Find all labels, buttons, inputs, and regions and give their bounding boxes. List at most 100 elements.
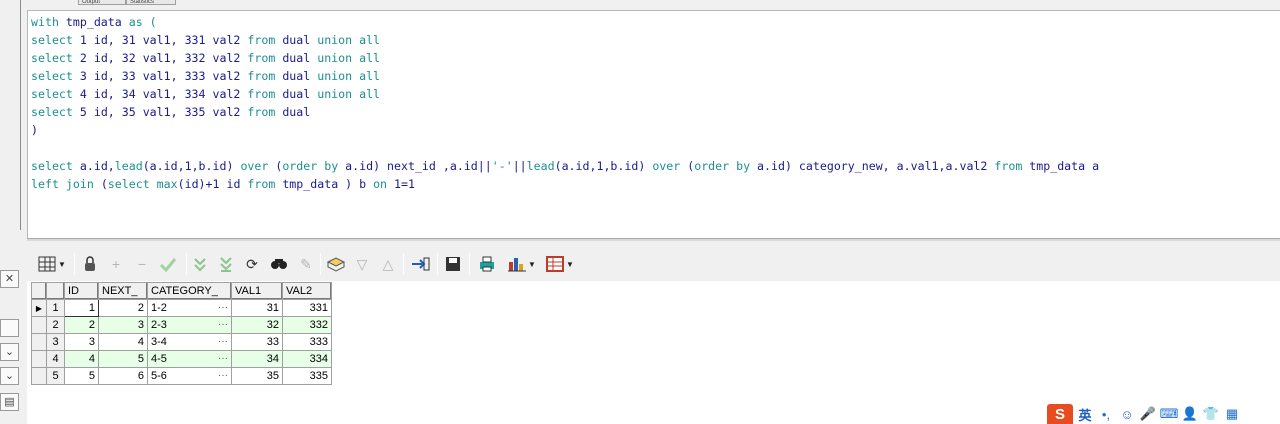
code-line[interactable]: select 5 id, 35 val1, 335 val2 from dual — [31, 103, 1099, 121]
tab-output[interactable]: Output — [78, 0, 126, 5]
table-row[interactable]: ▶ 1 1 2 1-2 ··· 31 331 — [31, 299, 332, 317]
ime-lang-toggle[interactable]: 英 — [1076, 405, 1094, 423]
table-row[interactable]: 4 4 5 4-5 ··· 34 334 — [31, 350, 332, 368]
document-icon[interactable]: ▤ — [0, 393, 19, 411]
tab-statistics[interactable]: Statistics — [126, 0, 176, 5]
code-line[interactable]: select a.id,lead(a.id,1,b.id) over (orde… — [31, 157, 1099, 175]
ellipsis-button[interactable]: ··· — [218, 302, 228, 313]
row-number[interactable]: 3 — [46, 333, 65, 351]
cell-category[interactable]: 1-2 ··· — [147, 299, 232, 317]
delete-row-icon[interactable]: − — [133, 254, 151, 274]
user-icon[interactable]: 👤 — [1181, 405, 1199, 423]
post-changes-icon[interactable] — [157, 254, 179, 274]
sql-code[interactable]: with tmp_data as (select 1 id, 31 val1, … — [31, 13, 1099, 193]
column-header-val1[interactable]: VAL1 — [231, 282, 283, 300]
export-icon[interactable] — [409, 254, 431, 274]
add-row-icon[interactable]: + — [107, 254, 125, 274]
chevron-down-icon[interactable]: ⌄ — [0, 343, 19, 361]
cell-id[interactable]: 2 — [64, 316, 99, 334]
filter-up-icon[interactable]: △ — [379, 254, 397, 274]
ellipsis-button[interactable]: ··· — [218, 370, 228, 381]
cell-next-id[interactable]: 5 — [98, 350, 148, 368]
clear-icon[interactable]: ✎ — [297, 254, 315, 274]
cell-val2[interactable]: 334 — [282, 350, 332, 368]
cell-category[interactable]: 2-3 ··· — [147, 316, 232, 334]
sql-text: (a.id,1,b.id) — [142, 159, 241, 173]
code-line[interactable] — [31, 139, 1099, 157]
chevron-down-icon[interactable]: ⌄ — [0, 367, 19, 385]
code-line[interactable]: select 2 id, 32 val1, 332 val2 from dual… — [31, 49, 1099, 67]
fetch-next-icon[interactable] — [191, 254, 209, 274]
cell-id[interactable]: 4 — [64, 350, 99, 368]
cell-id[interactable]: 3 — [64, 333, 99, 351]
ellipsis-button[interactable]: ··· — [218, 319, 228, 330]
cell-val2[interactable]: 335 — [282, 367, 332, 385]
query-by-example-icon[interactable] — [325, 254, 347, 274]
skin-icon[interactable]: 👕 — [1202, 405, 1220, 423]
cell-val2[interactable]: 331 — [282, 299, 332, 317]
row-number[interactable]: 1 — [46, 299, 65, 317]
ellipsis-button[interactable]: ··· — [218, 336, 228, 347]
code-line[interactable]: select 4 id, 34 val1, 334 val2 from dual… — [31, 85, 1099, 103]
column-header-id[interactable]: ID — [64, 282, 99, 300]
save-icon[interactable] — [443, 254, 463, 274]
cell-next-id[interactable]: 6 — [98, 367, 148, 385]
cell-next-id[interactable]: 4 — [98, 333, 148, 351]
cell-val1[interactable]: 33 — [231, 333, 283, 351]
filter-down-icon[interactable]: ▽ — [353, 254, 371, 274]
row-number[interactable]: 2 — [46, 316, 65, 334]
row-indicator[interactable]: ▶ — [31, 299, 47, 317]
close-icon[interactable]: ✕ — [0, 270, 19, 288]
grid-view-icon[interactable]: ▼ — [35, 254, 69, 274]
sql-keyword: select — [31, 87, 80, 101]
cell-id[interactable]: 1 — [64, 299, 99, 317]
column-header-category[interactable]: CATEGORY_ — [147, 282, 232, 300]
code-line[interactable]: select 3 id, 33 val1, 333 val2 from dual… — [31, 67, 1099, 85]
punctuation-icon[interactable]: •, — [1097, 405, 1115, 423]
column-header-val2[interactable]: VAL2 — [282, 282, 332, 300]
cell-category[interactable]: 5-6 ··· — [147, 367, 232, 385]
cell-val2[interactable]: 332 — [282, 316, 332, 334]
fetch-last-icon[interactable] — [217, 254, 235, 274]
cell-val1[interactable]: 35 — [231, 367, 283, 385]
sql-text: 1 id, 31 val1, 331 val2 — [79, 33, 248, 47]
table-row[interactable]: 3 3 4 3-4 ··· 33 333 — [31, 333, 332, 351]
code-line[interactable]: ) — [31, 121, 1099, 139]
ellipsis-button[interactable]: ··· — [218, 353, 228, 364]
cell-id[interactable]: 5 — [64, 367, 99, 385]
code-line[interactable]: with tmp_data as ( — [31, 13, 1099, 31]
lock-icon[interactable] — [81, 254, 99, 274]
panel-button[interactable] — [0, 319, 19, 337]
refresh-icon[interactable]: ⟳ — [243, 254, 261, 274]
cell-category[interactable]: 3-4 ··· — [147, 333, 232, 351]
row-number[interactable]: 5 — [46, 367, 65, 385]
cell-val1[interactable]: 31 — [231, 299, 283, 317]
microphone-icon[interactable]: 🎤 — [1139, 405, 1157, 423]
table-row[interactable]: 5 5 6 5-6 ··· 35 335 — [31, 367, 332, 385]
cell-next-id[interactable]: 3 — [98, 316, 148, 334]
cell-val1[interactable]: 34 — [231, 350, 283, 368]
toolbox-icon[interactable]: ▦ — [1223, 405, 1241, 423]
print-icon[interactable] — [477, 254, 497, 274]
code-line[interactable]: left join (select max(id)+1 id from tmp_… — [31, 175, 1099, 193]
row-indicator[interactable] — [31, 316, 47, 334]
row-indicator[interactable] — [31, 367, 47, 385]
row-indicator[interactable] — [31, 333, 47, 351]
cell-category[interactable]: 4-5 ··· — [147, 350, 232, 368]
results-grid[interactable]: ID NEXT_ CATEGORY_ VAL1 VAL2 ▶ 1 1 2 1-2 ··· 3… — [31, 282, 332, 385]
chart-icon[interactable]: ▼ — [505, 254, 539, 274]
row-indicator[interactable] — [31, 350, 47, 368]
keyboard-icon[interactable]: ⌨ — [1160, 405, 1179, 423]
code-line[interactable]: select 1 id, 31 val1, 331 val2 from dual… — [31, 31, 1099, 49]
table-row[interactable]: 2 2 3 2-3 ··· 32 332 — [31, 316, 332, 334]
ime-logo[interactable]: S — [1047, 404, 1073, 424]
find-icon[interactable] — [269, 254, 289, 274]
cell-val2[interactable]: 333 — [282, 333, 332, 351]
table-icon[interactable]: ▼ — [543, 254, 577, 274]
emoji-icon[interactable]: ☺ — [1118, 405, 1136, 423]
column-header-next[interactable]: NEXT_ — [98, 282, 148, 300]
cell-next-id[interactable]: 2 — [98, 299, 148, 317]
sql-editor[interactable]: with tmp_data as (select 1 id, 31 val1, … — [27, 10, 1280, 238]
row-number[interactable]: 4 — [46, 350, 65, 368]
cell-val1[interactable]: 32 — [231, 316, 283, 334]
